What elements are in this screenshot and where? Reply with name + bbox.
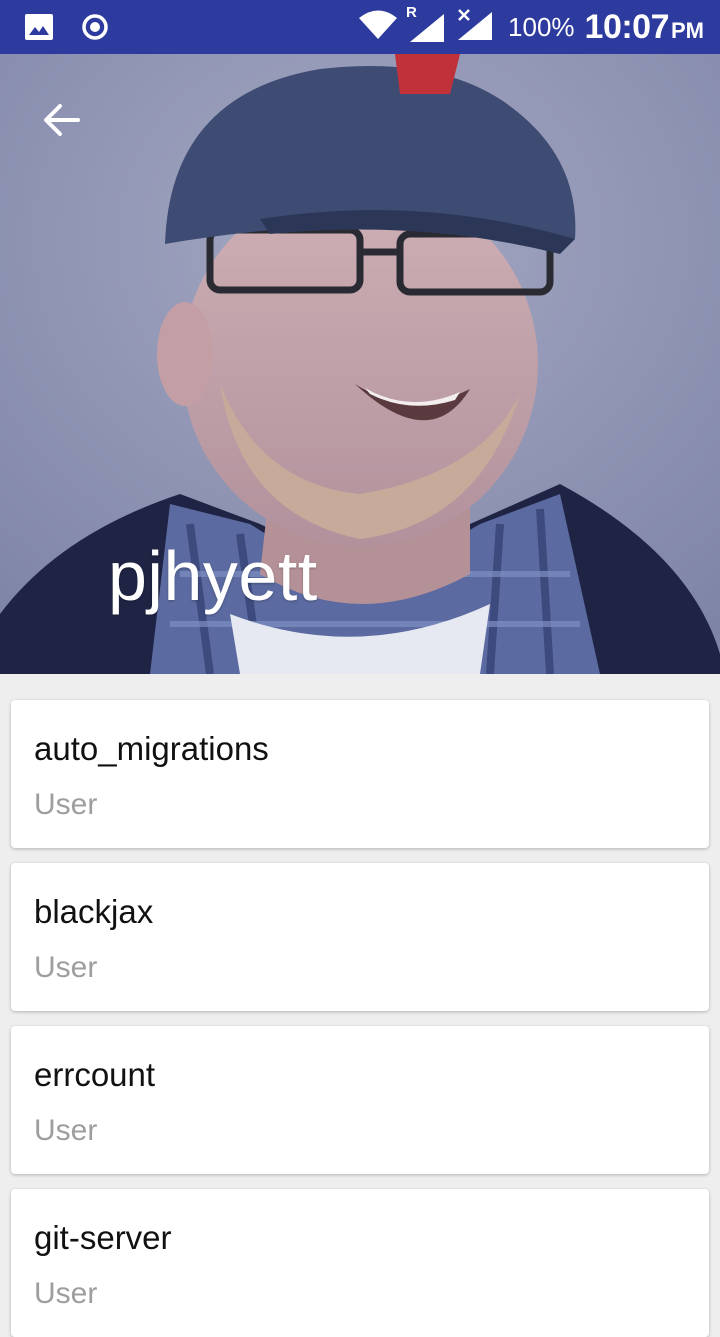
record-icon: [80, 12, 110, 46]
clock-ampm: PM: [671, 18, 704, 43]
list-item-subtitle: User: [34, 1114, 98, 1147]
clock: 10:07 PM: [585, 8, 704, 47]
list-item-title: auto_migrations: [34, 730, 269, 767]
list-item[interactable]: git-server User: [11, 1189, 709, 1337]
list-item[interactable]: errcount User: [11, 1026, 709, 1174]
arrow-back-icon: [42, 100, 82, 144]
profile-header: pjhyett: [0, 54, 720, 674]
list-item-subtitle: User: [34, 1277, 98, 1310]
list-item-title: blackjax: [34, 893, 154, 930]
list-item[interactable]: blackjax User: [11, 863, 709, 1011]
clock-time: 10:07: [584, 7, 670, 46]
status-left: [24, 12, 110, 46]
list-item[interactable]: auto_migrations User: [11, 700, 709, 848]
status-bar: R 100% 10:07 PM: [0, 0, 720, 54]
signal-roaming-icon: R: [406, 4, 446, 44]
list-item-title: errcount: [34, 1056, 156, 1093]
list-item-subtitle: User: [34, 951, 98, 984]
wifi-icon: [358, 9, 398, 45]
list-item-subtitle: User: [34, 788, 98, 821]
status-right: R 100% 10:07 PM: [358, 4, 704, 47]
roaming-indicator: R: [406, 4, 417, 21]
list-item-title: git-server: [34, 1219, 172, 1256]
battery-percent: 100%: [508, 11, 575, 42]
image-icon: [24, 12, 54, 46]
signal-no-data-icon: [456, 8, 494, 46]
profile-name: pjhyett: [108, 537, 318, 615]
back-button[interactable]: [30, 90, 94, 154]
